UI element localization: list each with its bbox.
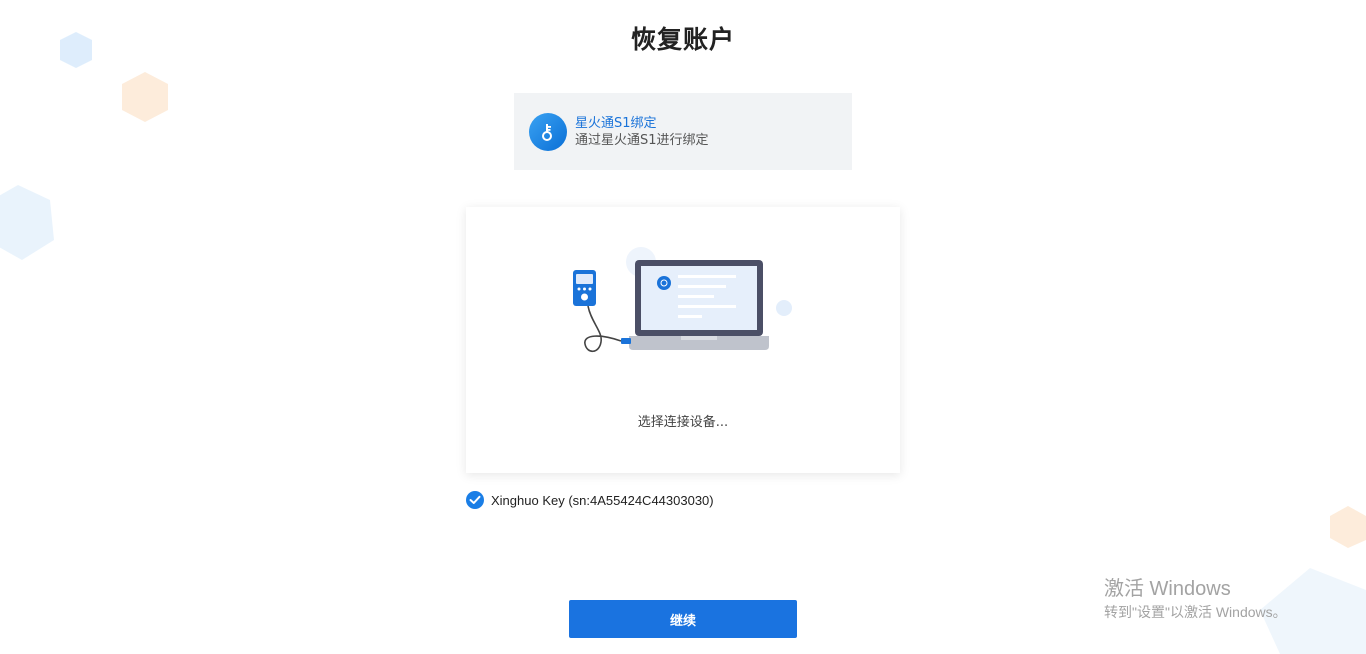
method-description: 通过星火通S1进行绑定 [575, 132, 709, 148]
watermark-title: 激活 Windows [1104, 578, 1231, 600]
binding-method-card[interactable]: 星火通S1绑定 通过星火通S1进行绑定 [514, 93, 852, 170]
windows-activation-watermark: 激活 Windows 转到"设置"以激活 Windows。 [1104, 576, 1287, 622]
laptop-usb-key-illustration [573, 247, 792, 353]
continue-button[interactable]: 继续 [569, 600, 797, 638]
device-connection-panel: 选择连接设备... [466, 207, 900, 473]
key-icon [529, 112, 567, 151]
page-title: 恢复账户 [630, 25, 735, 54]
device-option-xinghuo-key[interactable]: Xinghuo Key (sn:4A55424C44303030) [466, 491, 714, 509]
watermark-subtitle: 转到"设置"以激活 Windows。 [1104, 604, 1287, 620]
device-option-label: Xinghuo Key (sn:4A55424C44303030) [491, 492, 714, 508]
connection-status-text: 选择连接设备... [637, 415, 729, 430]
method-title: 星火通S1绑定 [575, 115, 657, 131]
background-decoration-left [0, 32, 168, 260]
checkmark-icon[interactable] [466, 491, 484, 509]
